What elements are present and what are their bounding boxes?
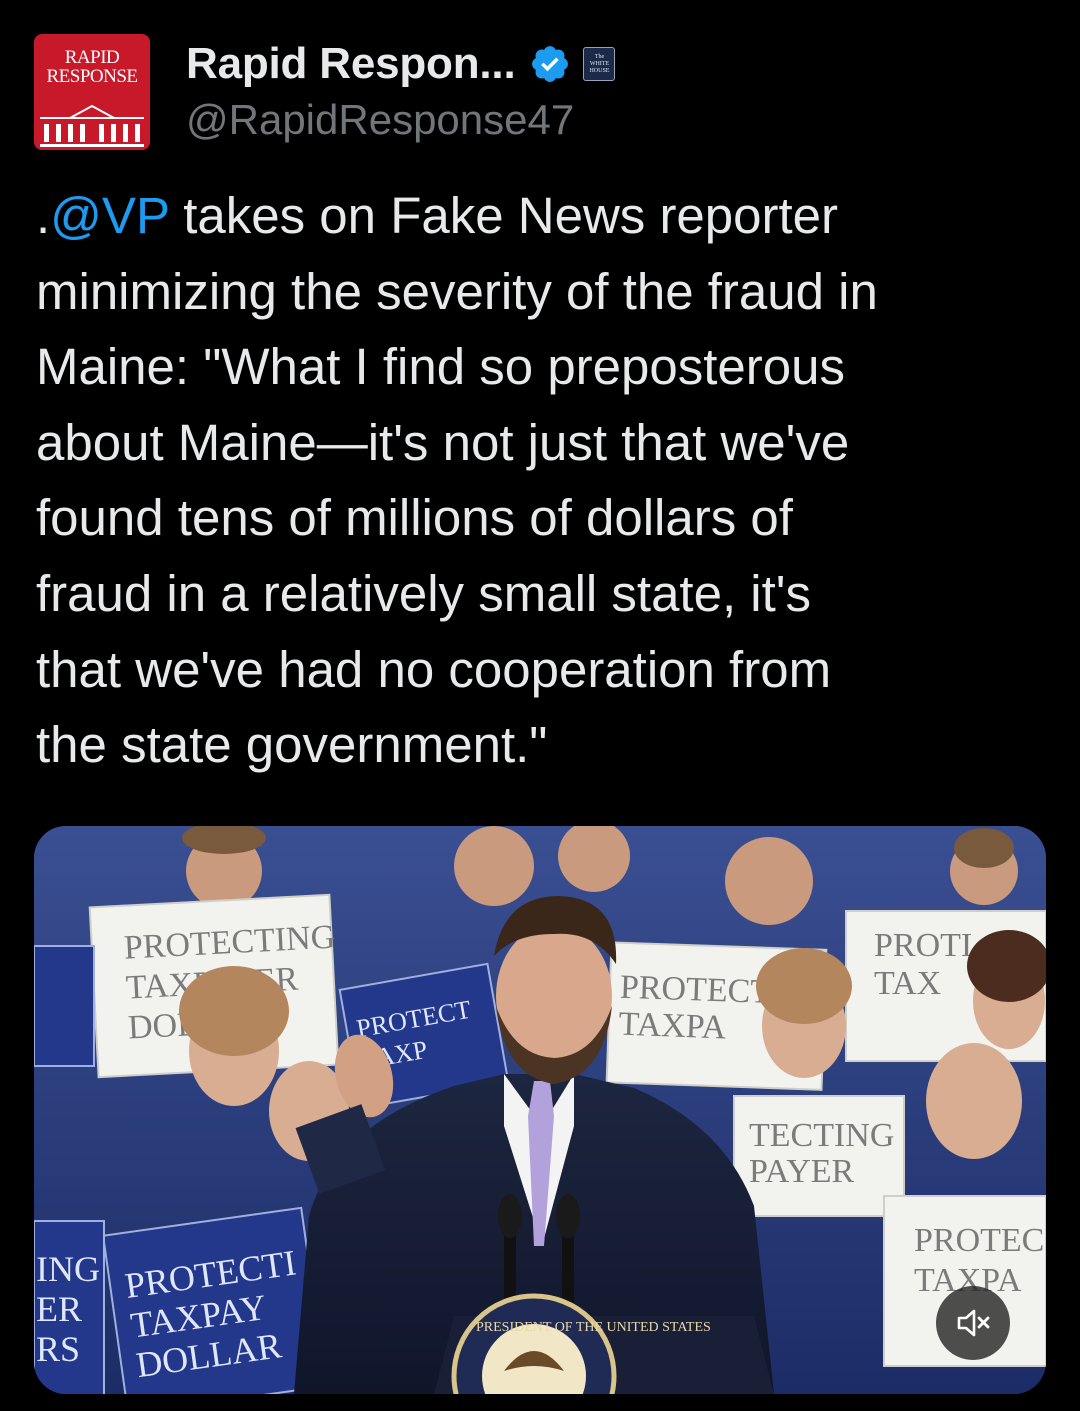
svg-text:PROTI: PROTI bbox=[874, 927, 972, 964]
user-handle[interactable]: @RapidResponse47 bbox=[186, 96, 574, 144]
display-name[interactable]: Rapid Respon... bbox=[186, 39, 516, 89]
tweet-body: takes on Fake News reporter minimizing t… bbox=[36, 187, 878, 774]
svg-text:TAXPA: TAXPA bbox=[618, 1006, 727, 1047]
avatar[interactable]: RAPID RESPONSE bbox=[34, 34, 150, 150]
tweet-text: .@VP takes on Fake News reporter minimiz… bbox=[36, 178, 1046, 783]
svg-text:PAYER: PAYER bbox=[749, 1153, 855, 1190]
seal-text: PRESIDENT OF THE UNITED STATES bbox=[476, 1320, 711, 1335]
svg-text:ER: ER bbox=[36, 1289, 82, 1329]
svg-text:RS: RS bbox=[36, 1329, 80, 1369]
svg-text:TAX: TAX bbox=[874, 965, 941, 1002]
seal-label: PRESIDENT OF THE UNITED STATES bbox=[476, 1320, 711, 1335]
verified-badge-icon[interactable] bbox=[529, 43, 571, 85]
white-house-affiliation-icon[interactable]: The WHITE HOUSE bbox=[583, 47, 616, 81]
name-row: Rapid Respon... The WHITE HOUSE bbox=[186, 36, 616, 92]
tweet-prefix: . bbox=[36, 187, 51, 244]
svg-text:ING: ING bbox=[36, 1249, 100, 1289]
tweet-header: RAPID RESPONSE Rapid Respon... The WHITE… bbox=[34, 34, 1046, 152]
svg-text:PROTEC: PROTEC bbox=[914, 1222, 1044, 1259]
mention-link[interactable]: @VP bbox=[50, 187, 169, 244]
video-frame: PROTECTING TAXPAYER DOLLARS PROTECT TAXP… bbox=[34, 826, 1046, 1394]
video-media[interactable]: PROTECTING TAXPAYER DOLLARS PROTECT TAXP… bbox=[34, 826, 1046, 1394]
speaker-muted-icon bbox=[957, 1309, 990, 1337]
mute-button[interactable] bbox=[936, 1286, 1010, 1360]
svg-text:PROTECT: PROTECT bbox=[619, 969, 772, 1011]
avatar-logo-text: RAPID RESPONSE bbox=[46, 47, 138, 87]
white-house-icon bbox=[40, 104, 144, 150]
svg-text:TECTING: TECTING bbox=[749, 1117, 894, 1154]
